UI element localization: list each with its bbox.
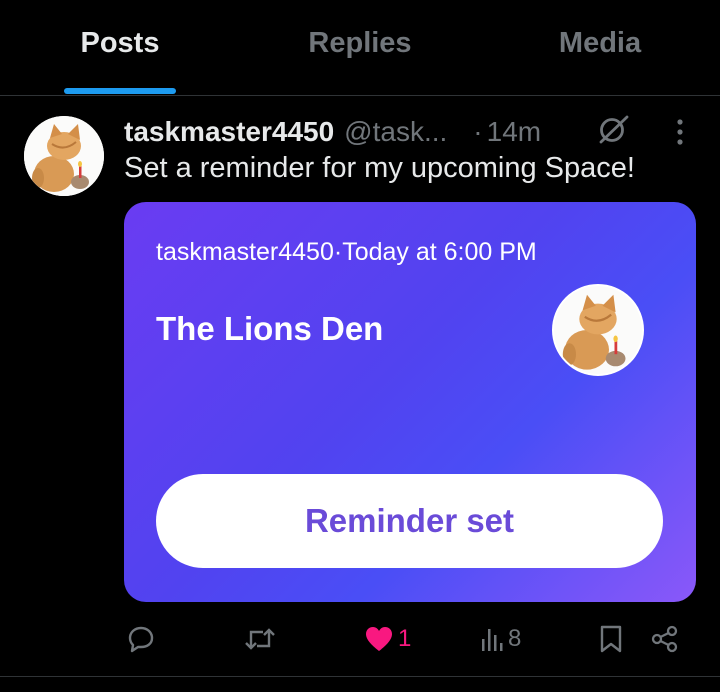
profile-tabs: Posts Replies Media — [0, 0, 720, 96]
post-text: Set a reminder for my upcoming Space! — [124, 152, 635, 184]
tab-replies[interactable]: Replies — [240, 0, 480, 95]
space-title: The Lions Den — [156, 310, 384, 347]
heart-icon — [364, 625, 394, 653]
like-button[interactable]: 1 — [364, 612, 411, 666]
space-card[interactable]: taskmaster4450·Today at 6:00 PM The Lion… — [124, 202, 696, 602]
space-host: taskmaster4450 — [156, 238, 334, 266]
active-tab-indicator — [64, 88, 176, 94]
kitten-avatar-image — [24, 116, 104, 196]
display-name[interactable]: taskmaster4450 — [124, 116, 334, 148]
tab-replies-label: Replies — [308, 27, 412, 59]
bookmark-button[interactable] — [598, 612, 624, 666]
share-button[interactable] — [650, 612, 680, 666]
post-time[interactable]: 14m — [487, 116, 541, 148]
separator-dot: · — [473, 116, 483, 147]
views-chart-icon — [480, 625, 504, 653]
post-action-bar: 1 8 — [0, 612, 720, 666]
bookmark-icon — [598, 624, 624, 654]
like-count: 1 — [398, 625, 412, 652]
repost-icon — [243, 624, 277, 654]
kitten-avatar-image — [554, 286, 642, 374]
views-button[interactable]: 8 — [480, 612, 521, 666]
tab-posts[interactable]: Posts — [0, 0, 240, 95]
space-host-avatar — [552, 284, 644, 376]
reply-button[interactable] — [126, 612, 160, 666]
space-meta: taskmaster4450·Today at 6:00 PM — [156, 238, 537, 267]
reminder-set-button[interactable]: Reminder set — [156, 474, 663, 568]
user-handle[interactable]: @task... — [344, 116, 447, 148]
tab-posts-label: Posts — [80, 27, 160, 59]
post-divider — [0, 676, 720, 677]
more-options-icon[interactable] — [668, 116, 692, 153]
space-schedule: Today at 6:00 PM — [342, 238, 537, 266]
avatar[interactable] — [24, 116, 104, 196]
grok-icon[interactable] — [596, 113, 630, 152]
repost-button[interactable] — [243, 612, 281, 666]
reply-icon — [126, 624, 156, 654]
tab-media-label: Media — [558, 27, 642, 59]
tab-media[interactable]: Media — [480, 0, 720, 95]
share-icon — [650, 624, 680, 654]
space-meta-separator: · — [333, 238, 343, 266]
views-count: 8 — [508, 625, 522, 652]
